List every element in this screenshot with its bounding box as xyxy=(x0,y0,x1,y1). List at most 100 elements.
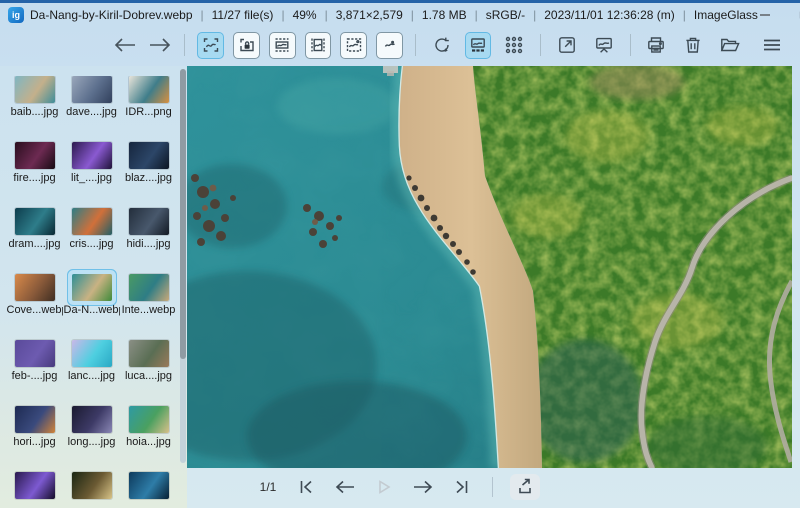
lock-zoom-button[interactable] xyxy=(233,31,260,59)
toolbar-separator xyxy=(414,34,416,56)
thumbnail-image[interactable] xyxy=(14,76,55,103)
thumbnail-image[interactable] xyxy=(128,208,169,235)
gallery-item[interactable]: hidi....jpg xyxy=(121,208,177,256)
statusbar-separator xyxy=(492,476,494,497)
gallery-item[interactable]: Cove...webp xyxy=(7,274,63,322)
gallery-item[interactable]: dram....jpg xyxy=(7,208,63,256)
page-indicator: 1/1 xyxy=(259,479,277,494)
gallery-item[interactable]: long....jpg xyxy=(64,406,120,454)
title-separator: | xyxy=(682,8,686,22)
thumbnail-image[interactable] xyxy=(71,274,112,301)
gallery-item[interactable]: blaz....jpg xyxy=(121,142,177,190)
delete-button[interactable] xyxy=(679,32,707,59)
print-button[interactable] xyxy=(643,32,671,59)
title-filename: Da-Nang-by-Kiril-Dobrev.webp xyxy=(30,8,193,22)
forward-button[interactable] xyxy=(147,33,173,57)
thumbnail-image[interactable] xyxy=(128,406,169,433)
gallery-item[interactable]: lit_....jpg xyxy=(64,142,120,190)
statusbar: 1/1 xyxy=(0,465,800,508)
thumbnail-filename: cris....jpg xyxy=(69,238,114,250)
scale-to-width-button[interactable] xyxy=(268,31,296,59)
gallery-item[interactable]: hoia...jpg xyxy=(121,406,177,454)
gallery-panel: baib....jpg dave....jpg IDR...png fire..… xyxy=(0,66,187,508)
thumbnail-image[interactable] xyxy=(128,142,169,169)
title-separator: | xyxy=(474,8,478,22)
title-zoom-level: 49% xyxy=(292,8,317,22)
thumbnail-gallery: baib....jpg dave....jpg IDR...png fire..… xyxy=(6,76,177,508)
thumbnail-image[interactable] xyxy=(71,406,112,433)
main-image[interactable] xyxy=(187,66,792,468)
gallery-scrollbar[interactable] xyxy=(180,69,186,463)
lock-zoom-icon xyxy=(239,38,254,52)
scale-to-fit-icon xyxy=(346,38,362,52)
thumbnail-image[interactable] xyxy=(71,142,112,169)
share-export-button[interactable] xyxy=(510,473,541,500)
thumbnail-filename: fire....jpg xyxy=(13,172,56,184)
thumbnail-filename: Cove...webp xyxy=(6,304,63,316)
gallery-item[interactable]: luca....jpg xyxy=(121,340,177,388)
minimize-button[interactable] xyxy=(758,8,772,22)
toolbar-separator xyxy=(629,34,631,56)
slideshow-button[interactable] xyxy=(590,32,618,59)
slideshow-icon xyxy=(595,37,612,53)
thumbnail-image[interactable] xyxy=(14,208,55,235)
thumbnail-image[interactable] xyxy=(128,340,169,367)
refresh-icon xyxy=(435,37,449,52)
title-modified-date: 2023/11/01 12:36:28 (m) xyxy=(544,8,675,22)
scale-to-height-icon xyxy=(311,38,325,52)
gallery-item[interactable]: Da-N...webp xyxy=(64,274,120,322)
scale-to-height-button[interactable] xyxy=(304,31,332,59)
imageglass-window: ig Da-Nang-by-Kiril-Dobrev.webp | 11/27 … xyxy=(0,0,800,508)
gallery-item[interactable]: dave....jpg xyxy=(64,76,120,124)
toolbar-separator xyxy=(184,34,186,56)
open-file-button[interactable] xyxy=(716,32,744,59)
gallery-item[interactable]: IDR...png xyxy=(121,76,177,124)
last-image-button[interactable] xyxy=(449,474,475,500)
gallery-item[interactable]: fire....jpg xyxy=(7,142,63,190)
auto-zoom-button[interactable] xyxy=(197,31,225,59)
thumbnail-image[interactable] xyxy=(71,340,112,367)
title-separator: | xyxy=(410,8,414,22)
gallery-item[interactable]: cris....jpg xyxy=(64,208,120,256)
thumbnail-image[interactable] xyxy=(14,142,55,169)
gallery-item[interactable]: baib....jpg xyxy=(7,76,63,124)
thumbnail-image[interactable] xyxy=(71,76,112,103)
scale-to-fill-button[interactable] xyxy=(376,31,403,59)
thumbnail-filename: dram....jpg xyxy=(8,238,61,250)
back-button[interactable] xyxy=(112,33,138,57)
image-viewer[interactable] xyxy=(187,66,792,468)
play-slideshow-button[interactable] xyxy=(371,474,397,500)
title-separator: | xyxy=(281,8,285,22)
thumbnail-image[interactable] xyxy=(14,274,55,301)
gallery-item[interactable]: feb-....jpg xyxy=(7,340,63,388)
thumbnail-image[interactable] xyxy=(14,340,55,367)
first-icon xyxy=(301,480,312,493)
title-dimensions: 3,871×2,579 xyxy=(335,8,403,22)
thumbnail-bar-button[interactable] xyxy=(464,31,492,59)
gallery-item[interactable]: Inte...webp xyxy=(121,274,177,322)
title-file-size: 1.78 MB xyxy=(421,8,467,22)
scale-to-fill-icon xyxy=(384,40,395,47)
thumbnail-bar-icon xyxy=(471,38,485,52)
thumbnail-image[interactable] xyxy=(14,406,55,433)
thumbnail-image[interactable] xyxy=(71,208,112,235)
auto-zoom-icon xyxy=(203,38,219,52)
first-image-button[interactable] xyxy=(293,474,319,500)
thumbnail-filename: lit_....jpg xyxy=(71,172,112,184)
fullscreen-button[interactable] xyxy=(553,32,581,59)
thumbnail-filename: lanc....jpg xyxy=(67,370,116,382)
menu-button[interactable] xyxy=(758,32,786,59)
thumbnail-filename: hoia...jpg xyxy=(126,436,171,448)
gallery-item[interactable]: hori...jpg xyxy=(7,406,63,454)
scale-to-fit-button[interactable] xyxy=(340,31,368,59)
thumbnail-image[interactable] xyxy=(128,76,169,103)
titlebar[interactable]: ig Da-Nang-by-Kiril-Dobrev.webp | 11/27 … xyxy=(0,3,800,27)
thumbnail-filename: dave....jpg xyxy=(66,106,117,118)
next-image-button[interactable] xyxy=(410,474,436,500)
refresh-button[interactable] xyxy=(428,32,456,59)
gallery-item[interactable]: lanc....jpg xyxy=(64,340,120,388)
gallery-scrollbar-thumb[interactable] xyxy=(180,69,186,359)
thumbnail-image[interactable] xyxy=(128,274,169,301)
checkerboard-button[interactable] xyxy=(500,32,528,59)
previous-image-button[interactable] xyxy=(332,474,358,500)
